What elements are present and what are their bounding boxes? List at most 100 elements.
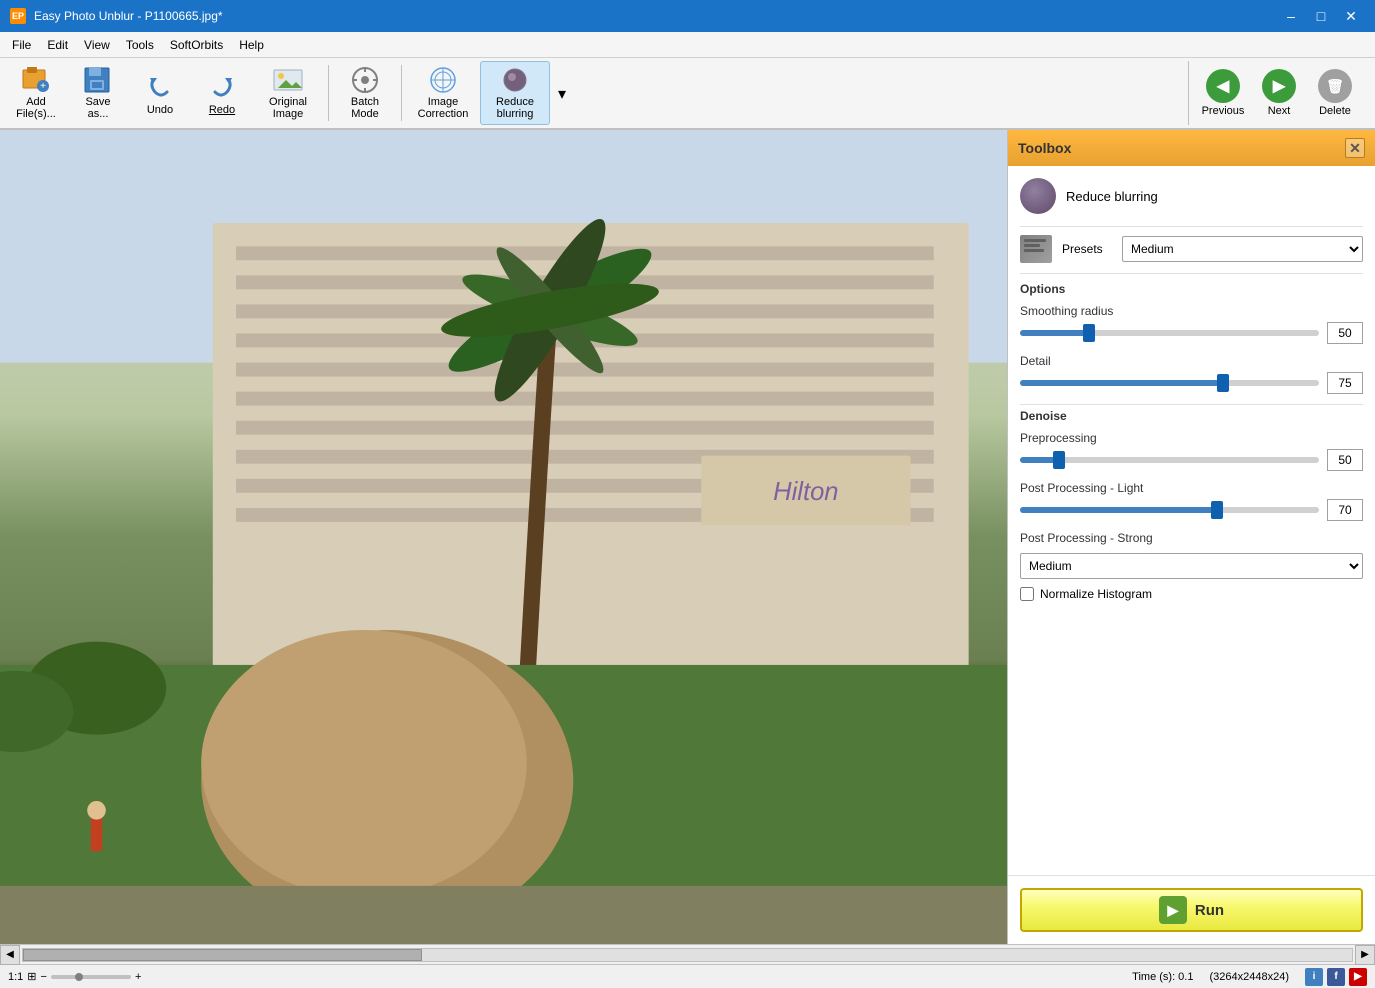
separator-1 [328,65,329,121]
presets-select[interactable]: Light Medium Strong Custom [1122,236,1363,262]
reduce-blurring-icon [499,66,531,94]
original-image-button[interactable]: OriginalImage [254,61,322,125]
detail-label: Detail [1020,354,1363,368]
original-image-label: OriginalImage [269,96,307,120]
image-area[interactable]: Hilton 9 [0,130,1007,944]
post-light-thumb[interactable] [1211,501,1223,519]
undo-button[interactable]: Undo [130,61,190,125]
preprocessing-thumb[interactable] [1053,451,1065,469]
image-correction-button[interactable]: ImageCorrection [408,61,478,125]
reduce-blurring-label: Reduceblurring [496,96,534,120]
normalize-row: Normalize Histogram [1020,587,1363,601]
delete-label: Delete [1319,105,1351,117]
run-button[interactable]: ▶ Run [1020,888,1363,932]
toolbox-panel: Toolbox ✕ Reduce blurring Presets [1007,130,1375,944]
presets-label: Presets [1062,242,1112,256]
youtube-icon-button[interactable]: ▶ [1349,968,1367,986]
save-as-label: Saveas... [85,96,110,120]
detail-value: 75 [1327,372,1363,394]
options-title: Options [1020,282,1363,296]
dimensions-display: (3264x2448x24) [1209,971,1289,983]
post-strong-label: Post Processing - Strong [1020,531,1363,545]
reduce-blurring-button[interactable]: Reduceblurring [480,61,550,125]
preprocessing-row: Preprocessing 50 [1020,431,1363,471]
toolbar: + AddFile(s)... Saveas... Undo [0,58,1375,130]
scroll-right-arrow[interactable]: ▶ [1355,945,1375,965]
title-bar-controls[interactable]: – □ ✕ [1277,2,1365,30]
title-bar-left: EP Easy Photo Unblur - P1100665.jpg* [10,8,223,24]
post-light-track[interactable] [1020,507,1319,513]
separator-2 [401,65,402,121]
undo-icon [144,70,176,102]
previous-button[interactable]: ◀ Previous [1197,61,1249,125]
smoothing-radius-fill [1020,330,1089,336]
run-label: Run [1195,902,1224,919]
menu-view[interactable]: View [76,35,118,55]
svg-text:+: + [40,81,46,92]
info-icon-button[interactable]: i [1305,968,1323,986]
scroll-thumb[interactable] [23,949,422,961]
save-as-button[interactable]: Saveas... [68,61,128,125]
image-correction-icon [427,66,459,94]
post-strong-select[interactable]: Light Medium Strong None [1020,553,1363,579]
smoothing-radius-thumb[interactable] [1083,324,1095,342]
normalize-label: Normalize Histogram [1040,587,1152,601]
preset-line-2 [1024,244,1040,247]
smoothing-radius-container: 50 [1020,322,1363,344]
normalize-checkbox[interactable] [1020,587,1034,601]
add-files-button[interactable]: + AddFile(s)... [6,61,66,125]
photo-overlay: Hilton 9 [0,130,1007,944]
menu-edit[interactable]: Edit [39,35,76,55]
toolbox-close-button[interactable]: ✕ [1345,138,1365,158]
menu-softorbits[interactable]: SoftOrbits [162,35,231,55]
scroll-left-arrow[interactable]: ◀ [0,945,20,965]
toolbox-title: Toolbox [1018,140,1071,156]
post-light-fill [1020,507,1217,513]
detail-track[interactable] [1020,380,1319,386]
batch-mode-label: BatchMode [351,96,379,120]
detail-thumb[interactable] [1217,374,1229,392]
main-content: Hilton 9 [0,130,1375,944]
next-button[interactable]: ▶ Next [1253,61,1305,125]
maximize-button[interactable]: □ [1307,2,1335,30]
facebook-icon-button[interactable]: f [1327,968,1345,986]
run-button-area: ▶ Run [1008,875,1375,944]
post-strong-row: Post Processing - Strong Light Medium St… [1020,531,1363,579]
fit-icon: ⊞ [27,970,36,983]
menu-file[interactable]: File [4,35,39,55]
tool-icon [1020,178,1056,214]
batch-mode-icon [349,66,381,94]
svg-text:Hilton: Hilton [773,478,838,506]
scrollbar-area: ◀ ▶ [0,944,1375,964]
detail-container: 75 [1020,372,1363,394]
minimize-button[interactable]: – [1277,2,1305,30]
divider-1 [1020,226,1363,227]
smoothing-radius-label: Smoothing radius [1020,304,1363,318]
batch-mode-button[interactable]: BatchMode [335,61,395,125]
zoom-slider-thumb[interactable] [75,973,83,981]
more-icon: ▾ [552,84,571,103]
status-bar: 1:1 ⊞ − + Time (s): 0.1 (3264x2448x24) i… [0,964,1375,988]
smoothing-radius-track[interactable] [1020,330,1319,336]
more-button[interactable]: ▾ [552,61,570,125]
close-button[interactable]: ✕ [1337,2,1365,30]
redo-button[interactable]: Redo [192,61,252,125]
post-light-label: Post Processing - Light [1020,481,1363,495]
zoom-slider[interactable] [51,975,131,979]
presets-row: Presets Light Medium Strong Custom [1020,235,1363,263]
original-image-icon [272,66,304,94]
image-correction-label: ImageCorrection [418,96,469,120]
preprocessing-track[interactable] [1020,457,1319,463]
tool-title: Reduce blurring [1066,189,1158,204]
post-light-value: 70 [1327,499,1363,521]
menu-tools[interactable]: Tools [118,35,162,55]
menu-help[interactable]: Help [231,35,272,55]
redo-label: Redo [209,104,235,116]
menu-bar: File Edit View Tools SoftOrbits Help [0,32,1375,58]
delete-icon: 🗑 [1318,69,1352,103]
scroll-track[interactable] [22,948,1353,962]
preset-line-3 [1024,249,1044,252]
next-icon: ▶ [1262,69,1296,103]
delete-button[interactable]: 🗑 Delete [1309,61,1361,125]
previous-icon: ◀ [1206,69,1240,103]
